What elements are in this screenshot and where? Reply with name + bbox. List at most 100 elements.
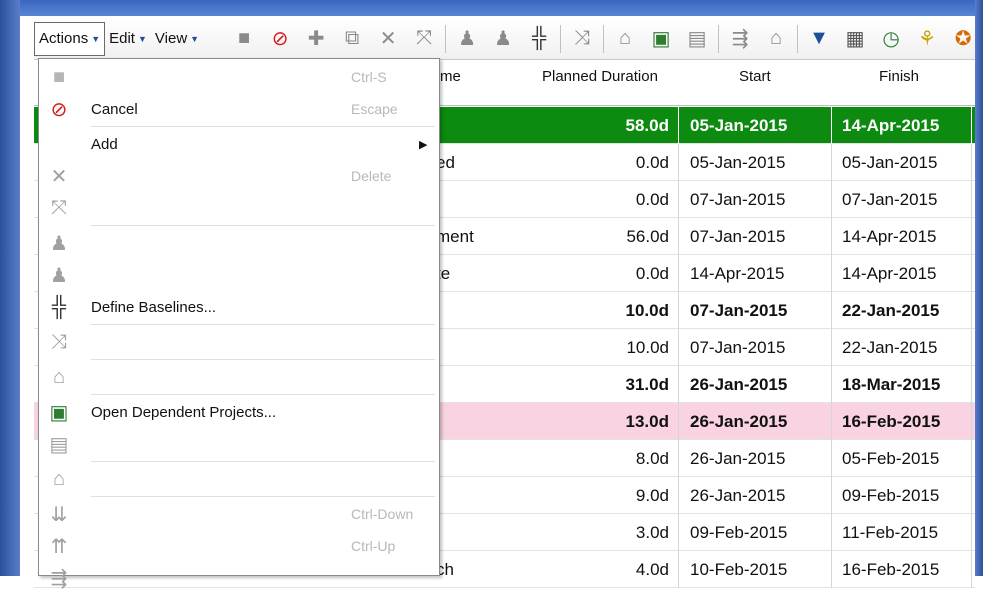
column-divider (831, 144, 832, 181)
cell-start: 10-Feb-2015 (690, 560, 788, 579)
cell-finish: 16-Feb-2015 (842, 412, 941, 431)
delete-icon[interactable]: ✕ (373, 25, 403, 53)
cell-start: 26-Jan-2015 (690, 412, 788, 431)
view-menu-label: View (154, 30, 188, 47)
cell-finish: 16-Feb-2015 (842, 560, 940, 579)
clock-icon[interactable]: ◷ (876, 25, 906, 53)
column-divider (678, 514, 679, 551)
menu-item-shortcut: Delete (351, 168, 392, 184)
user-icon[interactable]: ♟ (452, 25, 482, 53)
menu-item-cancel[interactable]: ⊘ Cancel Escape (39, 93, 439, 125)
menu-item-define-baselines[interactable]: ╬ Define Baselines... (39, 291, 439, 323)
menu-item-label: Define Baselines... (91, 298, 217, 316)
baseline-icon[interactable]: ╬ (524, 25, 554, 53)
column-divider (678, 144, 679, 181)
column-header-planned-duration[interactable]: Planned Duration (542, 68, 658, 85)
user-icon: ♟ (50, 232, 68, 255)
building-icon[interactable]: ⌂ (761, 25, 791, 53)
flow-icon: ⇶ (50, 567, 68, 590)
menu-separator (91, 359, 435, 360)
cell-activity-name: ment (436, 227, 474, 246)
cancel-icon[interactable]: ⊘ (265, 25, 295, 53)
title-bar (20, 0, 975, 16)
unlink-icon[interactable]: ⤧ (409, 25, 439, 53)
column-divider (831, 218, 832, 255)
import-icon[interactable]: ▼ (804, 25, 834, 53)
menu-item-building-icon: ⌂ (39, 463, 439, 495)
submenu-arrow-icon: ▶ (419, 138, 428, 151)
menu-separator (91, 496, 435, 497)
menu-item-shortcut: Ctrl-Down (351, 506, 414, 522)
cell-planned-duration: 31.0d (625, 375, 669, 394)
window-left-border (0, 0, 20, 576)
cell-planned-duration: 56.0d (626, 227, 669, 246)
column-divider (971, 292, 972, 329)
column-header-finish[interactable]: Finish (879, 68, 919, 85)
column-divider (971, 107, 972, 144)
cell-finish: 22-Jan-2015 (842, 301, 940, 320)
column-divider (678, 440, 679, 477)
edit-menu-button[interactable]: Edit ▼ (105, 22, 151, 56)
actions-menu-label: Actions (39, 30, 89, 47)
chevron-down-icon: ▼ (190, 33, 200, 44)
cell-start: 05-Jan-2015 (690, 116, 788, 135)
column-divider (831, 477, 832, 514)
cell-finish: 05-Feb-2015 (842, 449, 940, 468)
cell-planned-duration: 9.0d (635, 486, 669, 505)
menu-item-flow-icon: ⇶ (39, 562, 439, 594)
column-divider (678, 181, 679, 218)
link-icon[interactable]: ⤨ (567, 25, 597, 53)
cell-start: 09-Feb-2015 (690, 523, 788, 542)
add-multiple-icon[interactable]: ⧉ (337, 25, 367, 53)
column-divider (678, 403, 679, 440)
column-divider (971, 181, 972, 218)
column-divider (678, 107, 679, 144)
menu-item-move-up-icon: ⇈ Ctrl-Up (39, 530, 439, 562)
column-divider (831, 440, 832, 477)
unlink-icon: ⤧ (51, 196, 67, 219)
column-divider (678, 551, 679, 588)
column-header-start[interactable]: Start (739, 68, 771, 85)
column-divider (971, 255, 972, 292)
toolbar-separator (797, 24, 799, 53)
add-icon[interactable]: ✚ (301, 25, 331, 53)
menu-item-shortcut: Ctrl-Up (351, 538, 396, 554)
user-disabled-icon[interactable]: ♟ (488, 25, 518, 53)
menu-item-move-down-icon: ⇊ Ctrl-Down (39, 498, 439, 530)
flow-icon[interactable]: ⇶ (725, 25, 755, 53)
unlock-icon: ⌂ (52, 365, 66, 388)
menu-item-open-dependent-projects[interactable]: ▣ Open Dependent Projects... (39, 396, 439, 428)
column-divider (831, 181, 832, 218)
toolbar-separator (445, 24, 447, 53)
report-icon[interactable]: ▦ (840, 25, 870, 53)
network-icon[interactable]: ⚘ (912, 25, 942, 53)
column-header-name[interactable]: me (440, 68, 461, 85)
save-icon[interactable]: ■ (229, 25, 259, 53)
cell-finish: 09-Feb-2015 (842, 486, 940, 505)
column-divider (831, 366, 832, 403)
column-divider (678, 329, 679, 366)
cancel-icon: ⊘ (50, 98, 68, 121)
cell-planned-duration: 13.0d (625, 412, 669, 431)
open-project-icon[interactable]: ▣ (646, 25, 676, 53)
toolbar-separator (718, 24, 720, 53)
column-divider (678, 292, 679, 329)
view-menu-button[interactable]: View ▼ (151, 22, 203, 56)
money-icon[interactable]: ✪ (948, 25, 978, 53)
menu-item-save-icon: ■ Ctrl-S (39, 61, 439, 93)
column-divider (971, 440, 972, 477)
user-disabled-icon: ♟ (50, 264, 68, 287)
menu-separator (91, 461, 435, 462)
cell-planned-duration: 3.0d (635, 523, 669, 542)
column-divider (971, 218, 972, 255)
menu-item-add[interactable]: Add ▶ (39, 128, 439, 160)
column-divider (831, 403, 832, 440)
cell-planned-duration: 10.0d (626, 338, 669, 357)
cell-start: 07-Jan-2015 (690, 301, 788, 320)
menu-item-unlink-icon: ⤧ (39, 192, 439, 224)
menu-item-user-icon: ♟ (39, 227, 439, 259)
menu-separator (91, 225, 435, 226)
project-icon[interactable]: ▤ (682, 25, 712, 53)
unlock-icon[interactable]: ⌂ (610, 25, 640, 53)
actions-menu-button[interactable]: Actions ▼ (34, 21, 106, 56)
